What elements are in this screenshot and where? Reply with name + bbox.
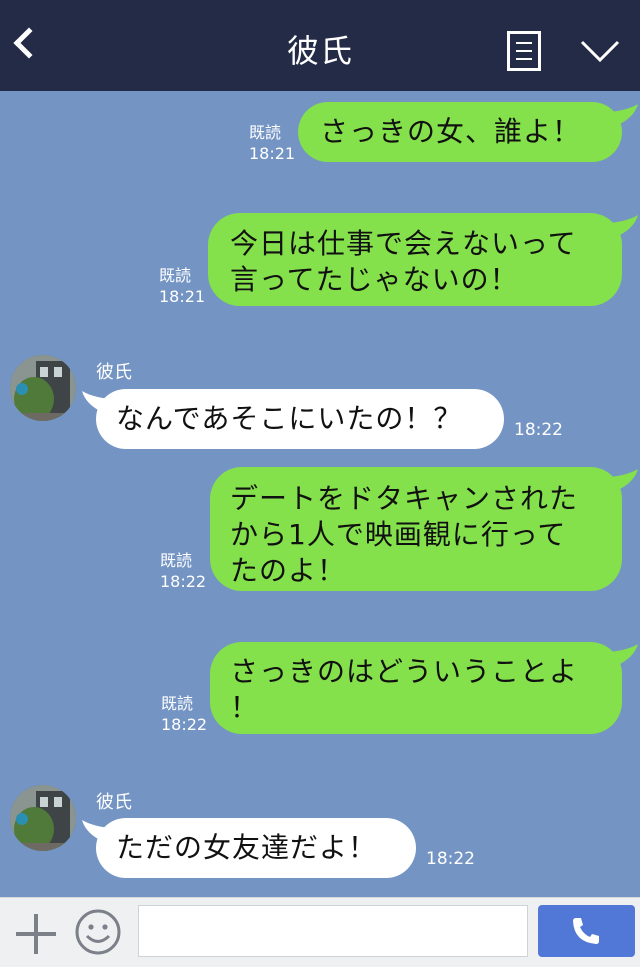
- message-input[interactable]: [138, 905, 528, 957]
- input-bar: [0, 897, 640, 967]
- sender-name: 彼氏: [96, 792, 132, 813]
- sender-name: 彼氏: [96, 362, 132, 383]
- message-time: 18:22: [160, 572, 207, 591]
- chat-header: 彼氏: [0, 0, 640, 91]
- message-line: さっきのはどういうことよ: [230, 655, 579, 688]
- read-label: 既読: [249, 123, 282, 142]
- message-time: 18:22: [514, 420, 563, 440]
- chat-title: 彼氏: [286, 32, 353, 70]
- bubble-tail: [610, 215, 638, 237]
- their-message-bubble[interactable]: なんであそこにいたの！？: [96, 389, 504, 449]
- message-line: ！: [230, 691, 260, 724]
- read-receipt: 既読 18:21: [249, 122, 295, 164]
- message-line: デートをドタキャンされた: [230, 482, 579, 515]
- bubble-tail: [610, 644, 638, 666]
- their-message-bubble[interactable]: ただの女友達だよ！: [96, 818, 416, 878]
- message-line: たのよ！: [230, 554, 347, 587]
- call-button[interactable]: [538, 905, 635, 957]
- message-text: ただの女友達だよ！: [116, 831, 378, 864]
- message-time: 18:22: [161, 715, 208, 734]
- read-receipt: 既読 18:21: [159, 265, 205, 307]
- message-time: 18:22: [426, 849, 475, 869]
- read-label: 既読: [159, 266, 192, 285]
- message-line: から1人で映画観に行って: [230, 518, 567, 551]
- my-message-bubble[interactable]: 今日は仕事で会えないって 言ってたじゃないの！: [208, 213, 622, 306]
- chevron-down-icon[interactable]: [580, 40, 620, 64]
- contact-avatar[interactable]: [10, 355, 76, 421]
- read-label: 既読: [160, 551, 193, 570]
- contact-avatar[interactable]: [10, 785, 76, 851]
- my-message-bubble[interactable]: デートをドタキャンされた から1人で映画観に行って たのよ！: [210, 467, 622, 591]
- bubble-tail: [610, 104, 638, 126]
- note-menu-icon[interactable]: [507, 31, 541, 71]
- bubble-tail: [610, 469, 638, 491]
- message-line: 今日は仕事で会えないって: [230, 227, 577, 260]
- message-text: なんであそこにいたの！？: [116, 402, 463, 435]
- message-time: 18:21: [249, 144, 296, 163]
- my-message-bubble[interactable]: さっきの女、誰よ！: [298, 102, 622, 162]
- read-label: 既読: [161, 694, 194, 713]
- plus-icon[interactable]: [16, 914, 56, 954]
- emoji-icon[interactable]: [74, 908, 122, 956]
- message-time: 18:21: [159, 287, 206, 306]
- my-message-bubble[interactable]: さっきのはどういうことよ ！: [210, 642, 622, 734]
- message-line: 言ってたじゃないの！: [230, 263, 519, 296]
- read-receipt: 既読 18:22: [161, 693, 207, 735]
- phone-icon: [573, 918, 599, 944]
- message-text: さっきの女、誰よ！: [320, 115, 582, 148]
- read-receipt: 既読 18:22: [160, 550, 206, 592]
